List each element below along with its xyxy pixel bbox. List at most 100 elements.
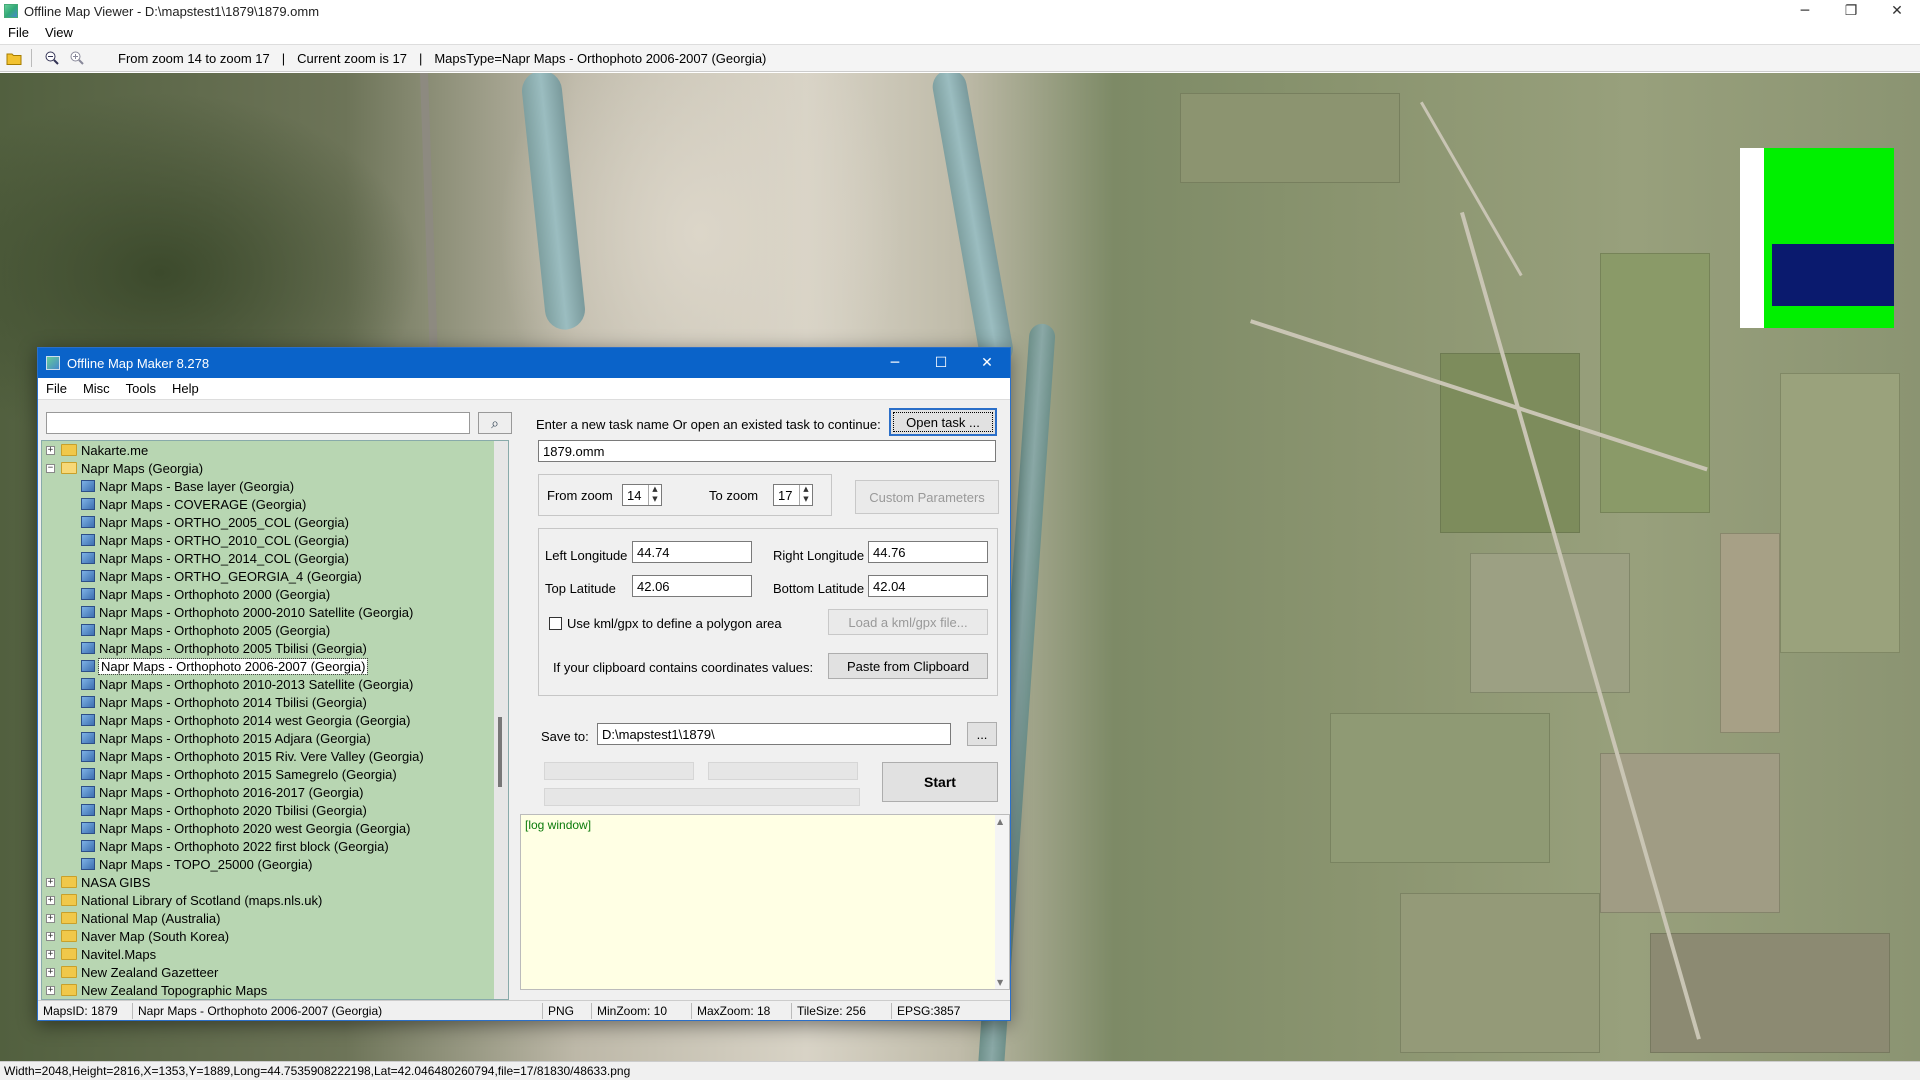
tree-folder[interactable]: + Naver Map (South Korea) bbox=[42, 927, 508, 945]
open-folder-icon[interactable] bbox=[3, 47, 25, 69]
tree-item[interactable]: Napr Maps - Orthophoto 2020 west Georgia… bbox=[42, 819, 508, 837]
tree-item[interactable]: Napr Maps - Orthophoto 2010-2013 Satelli… bbox=[42, 675, 508, 693]
folder-icon bbox=[61, 444, 77, 456]
tree-item[interactable]: Napr Maps - Orthophoto 2015 Riv. Vere Va… bbox=[42, 747, 508, 765]
tree-folder[interactable]: + New Zealand Topographic Maps bbox=[42, 981, 508, 999]
tree-item[interactable]: Napr Maps - ORTHO_2010_COL (Georgia) bbox=[42, 531, 508, 549]
tree-item[interactable]: Napr Maps - ORTHO_2014_COL (Georgia) bbox=[42, 549, 508, 567]
tree-item[interactable]: Napr Maps - Base layer (Georgia) bbox=[42, 477, 508, 495]
map-layer-icon bbox=[81, 624, 95, 636]
tree-item[interactable]: Napr Maps - Orthophoto 2022 first block … bbox=[42, 837, 508, 855]
top-latitude-input[interactable] bbox=[632, 575, 752, 597]
to-zoom-spinner[interactable]: 17 ▲ ▼ bbox=[773, 484, 813, 506]
tree-item-label: Napr Maps - Orthophoto 2015 Samegrelo (G… bbox=[99, 766, 397, 782]
map-layer-icon bbox=[81, 858, 95, 870]
expand-icon[interactable]: + bbox=[46, 985, 55, 995]
expand-icon[interactable]: + bbox=[46, 967, 55, 977]
expand-icon[interactable]: + bbox=[46, 913, 55, 923]
from-zoom-spinner[interactable]: 14 ▲ ▼ bbox=[622, 484, 662, 506]
tree-item-label: Napr Maps - TOPO_25000 (Georgia) bbox=[99, 856, 313, 872]
tree-folder[interactable]: − Napr Maps (Georgia) bbox=[42, 459, 508, 477]
task-name-input[interactable] bbox=[538, 440, 996, 462]
tree-item[interactable]: Napr Maps - Orthophoto 2020 Tbilisi (Geo… bbox=[42, 801, 508, 819]
tree-item[interactable]: Napr Maps - COVERAGE (Georgia) bbox=[42, 495, 508, 513]
dialog-close-button[interactable]: ✕ bbox=[964, 348, 1010, 378]
tree-folder[interactable]: + National Map (Australia) bbox=[42, 909, 508, 927]
menu-file[interactable]: File bbox=[0, 25, 37, 40]
scroll-up-icon[interactable]: ▲ bbox=[997, 817, 1003, 826]
map-layer-icon bbox=[81, 840, 95, 852]
load-kml-button[interactable]: Load a kml/gpx file... bbox=[828, 609, 988, 635]
collapse-icon[interactable]: − bbox=[46, 463, 55, 473]
dialog-menu-file[interactable]: File bbox=[38, 381, 75, 396]
open-task-button[interactable]: Open task ... bbox=[889, 408, 997, 436]
status-epsg: EPSG:3857 bbox=[897, 1003, 961, 1018]
tree-item[interactable]: Napr Maps - ORTHO_GEORGIA_4 (Georgia) bbox=[42, 567, 508, 585]
tree-item[interactable]: Napr Maps - Orthophoto 2014 Tbilisi (Geo… bbox=[42, 693, 508, 711]
field bbox=[1600, 253, 1710, 513]
dialog-menu-tools[interactable]: Tools bbox=[118, 381, 164, 396]
dialog-maximize-button[interactable]: ☐ bbox=[918, 348, 964, 378]
custom-parameters-button[interactable]: Custom Parameters bbox=[855, 480, 999, 514]
spin-down-icon[interactable]: ▼ bbox=[800, 495, 812, 505]
right-longitude-input[interactable] bbox=[868, 541, 988, 563]
log-window[interactable]: [log window] ▲ ▼ bbox=[520, 814, 1010, 990]
tree-item[interactable]: Napr Maps - Orthophoto 2006-2007 (Georgi… bbox=[42, 657, 508, 675]
log-scrollbar[interactable]: ▲ ▼ bbox=[995, 815, 1009, 989]
spin-down-icon[interactable]: ▼ bbox=[649, 495, 661, 505]
status-tile-size: TileSize: 256 bbox=[792, 1002, 892, 1019]
tree-item[interactable]: Napr Maps - Orthophoto 2015 Adjara (Geor… bbox=[42, 729, 508, 747]
spin-up-icon[interactable]: ▲ bbox=[649, 485, 661, 495]
from-zoom-value: 14 bbox=[627, 488, 642, 503]
tree-folder[interactable]: + Navitel.Maps bbox=[42, 945, 508, 963]
spin-up-icon[interactable]: ▲ bbox=[800, 485, 812, 495]
left-longitude-input[interactable] bbox=[632, 541, 752, 563]
tree-item[interactable]: Napr Maps - Orthophoto 2005 Tbilisi (Geo… bbox=[42, 639, 508, 657]
left-longitude-label: Left Longitude bbox=[545, 548, 628, 563]
dialog-menu-help[interactable]: Help bbox=[164, 381, 207, 396]
expand-icon[interactable]: + bbox=[46, 931, 55, 941]
expand-icon[interactable]: + bbox=[46, 877, 55, 887]
map-search-input[interactable] bbox=[46, 412, 470, 434]
expand-icon[interactable]: + bbox=[46, 445, 55, 455]
restore-button[interactable]: ❐ bbox=[1828, 0, 1874, 22]
minimap-viewport[interactable] bbox=[1772, 244, 1894, 306]
field bbox=[1330, 713, 1550, 863]
expand-icon[interactable]: + bbox=[46, 895, 55, 905]
save-path-input[interactable] bbox=[597, 723, 951, 745]
menu-view[interactable]: View bbox=[37, 25, 81, 40]
zoom-in-icon[interactable] bbox=[66, 47, 88, 69]
map-layer-icon bbox=[81, 516, 95, 528]
bottom-latitude-input[interactable] bbox=[868, 575, 988, 597]
use-kml-label: Use kml/gpx to define a polygon area bbox=[567, 616, 782, 631]
use-kml-checkbox[interactable] bbox=[549, 617, 562, 630]
minimap[interactable] bbox=[1740, 148, 1894, 328]
tree-item[interactable]: Napr Maps - TOPO_25000 (Georgia) bbox=[42, 855, 508, 873]
tree-item-label: Napr Maps - Orthophoto 2016-2017 (Georgi… bbox=[99, 784, 364, 800]
search-button[interactable]: ⌕ bbox=[478, 412, 512, 434]
browse-button[interactable]: ... bbox=[967, 722, 997, 746]
zoom-out-icon[interactable] bbox=[41, 47, 63, 69]
tree-item[interactable]: Napr Maps - Orthophoto 2005 (Georgia) bbox=[42, 621, 508, 639]
tree-scrollbar-thumb[interactable] bbox=[498, 717, 502, 787]
tree-item[interactable]: Napr Maps - Orthophoto 2000-2010 Satelli… bbox=[42, 603, 508, 621]
tree-item[interactable]: Napr Maps - ORTHO_2005_COL (Georgia) bbox=[42, 513, 508, 531]
tree-item[interactable]: Napr Maps - Orthophoto 2016-2017 (Georgi… bbox=[42, 783, 508, 801]
dialog-menu-misc[interactable]: Misc bbox=[75, 381, 118, 396]
tree-folder[interactable]: + National Library of Scotland (maps.nls.… bbox=[42, 891, 508, 909]
tree-item[interactable]: Napr Maps - Orthophoto 2000 (Georgia) bbox=[42, 585, 508, 603]
close-button[interactable]: ✕ bbox=[1874, 0, 1920, 22]
expand-icon[interactable]: + bbox=[46, 949, 55, 959]
start-button[interactable]: Start bbox=[882, 762, 998, 802]
dialog-minimize-button[interactable]: ─ bbox=[872, 348, 918, 378]
tree-item[interactable]: Napr Maps - Orthophoto 2015 Samegrelo (G… bbox=[42, 765, 508, 783]
minimize-button[interactable]: ─ bbox=[1782, 0, 1828, 22]
map-source-tree[interactable]: + Nakarte.me − Napr Maps (Georgia) Napr Maps… bbox=[41, 440, 509, 1000]
tree-item[interactable]: Napr Maps - Orthophoto 2014 west Georgia… bbox=[42, 711, 508, 729]
tree-folder[interactable]: + New Zealand Gazetteer bbox=[42, 963, 508, 981]
tree-scrollbar[interactable] bbox=[494, 441, 508, 999]
scroll-down-icon[interactable]: ▼ bbox=[997, 978, 1003, 987]
tree-folder[interactable]: + Nakarte.me bbox=[42, 441, 508, 459]
paste-from-clipboard-button[interactable]: Paste from Clipboard bbox=[828, 653, 988, 679]
tree-folder[interactable]: + NASA GIBS bbox=[42, 873, 508, 891]
